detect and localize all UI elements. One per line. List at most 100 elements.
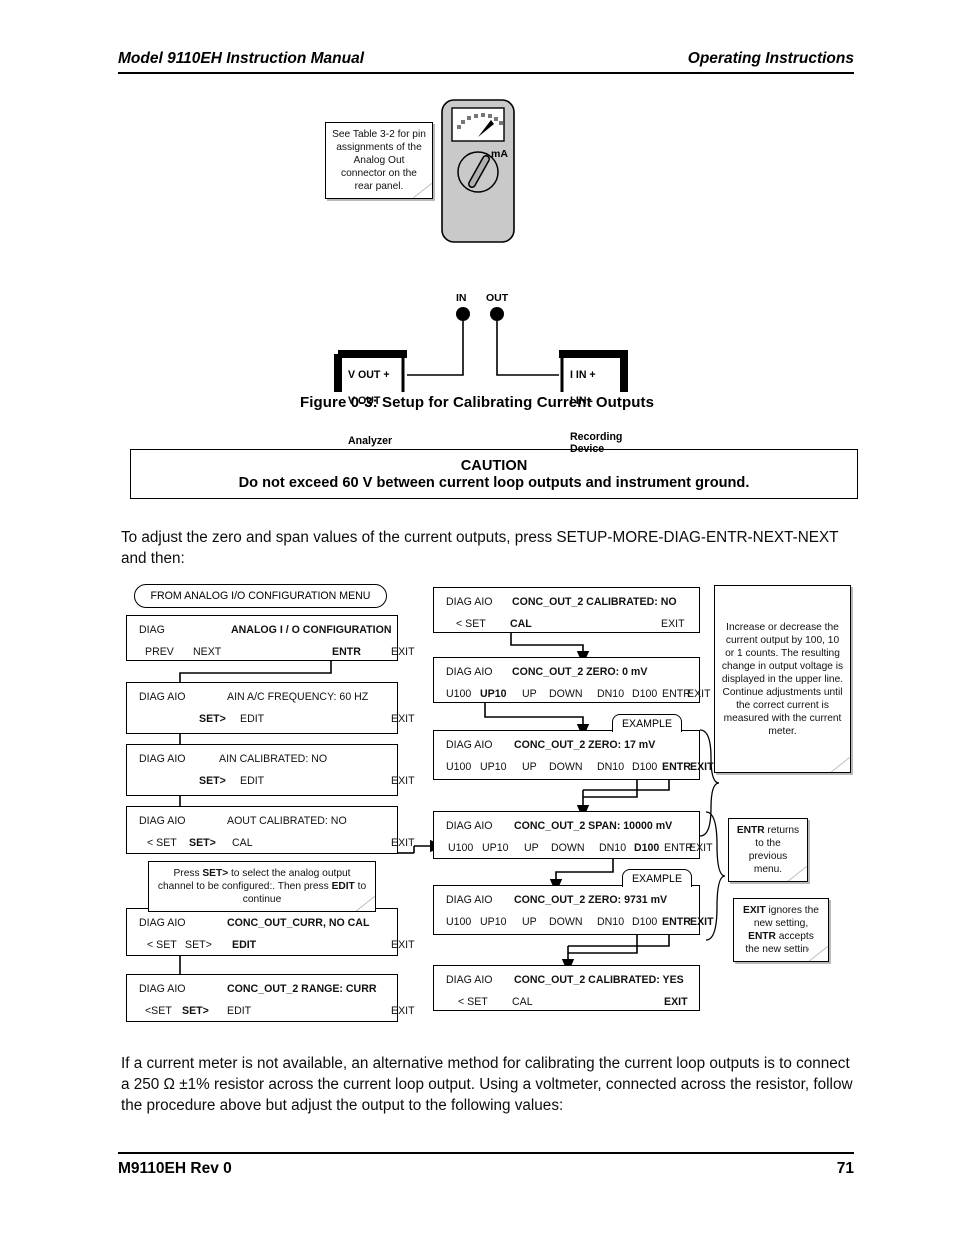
softkey-set[interactable]: < SET [458,996,488,1008]
softkey-exit[interactable]: EXIT [664,996,688,1008]
softkey-exit[interactable]: EXIT [391,837,415,849]
connector-mid-5a [568,933,638,954]
menu-box-title: CONC_OUT_CURR, NO CAL [227,917,370,929]
connector-mid-2 [484,700,590,739]
softkey-set[interactable]: <SET [145,1005,172,1017]
softkey-up10[interactable]: UP10 [480,761,507,773]
softkey-entr[interactable]: ENTR [662,916,691,928]
header-left-title: Model 9110EH Instruction Manual [118,50,365,67]
menu-box-left-5: DIAG AIO CONC_OUT_CURR, NO CAL < SET SET> ED… [126,908,415,956]
softkey-entr[interactable]: ENTR [332,646,361,658]
softkey-up10[interactable]: UP10 [480,916,507,928]
softkey-edit[interactable]: EDIT [240,775,264,787]
softkey-d100[interactable]: D100 [632,761,657,773]
softkey-exit[interactable]: EXIT [391,713,415,725]
softkey-exit[interactable]: EXIT [690,761,714,773]
menu-box-title: AIN A/C FREQUENCY: 60 HZ [227,691,369,703]
menu-box-prefix: DIAG AIO [446,596,493,608]
softkey-set[interactable]: SET> [189,837,216,849]
softkey-exit[interactable]: EXIT [689,842,713,854]
connector-mid-1 [510,631,590,666]
softkey-up10[interactable]: UP10 [482,842,509,854]
softkey-up[interactable]: UP [522,761,537,773]
softkey-up[interactable]: UP [522,916,537,928]
menu-box-prefix: DIAG AIO [446,820,493,832]
softkey-up10[interactable]: UP10 [480,688,507,700]
softkey-exit[interactable]: EXIT [391,939,415,951]
softkey-up[interactable]: UP [524,842,539,854]
softkey-u100[interactable]: U100 [446,688,471,700]
softkey-cal[interactable]: CAL [232,837,253,849]
menu-box-mid-1: DIAG AIO CONC_OUT_2 CALIBRATED: NO < SET CA… [433,587,700,633]
softkey-set[interactable]: SET> [182,1005,209,1017]
recorder-terminal-iin-plus: I IN + [570,369,596,381]
example-tab-1: EXAMPLE [612,714,682,732]
softkey-d100[interactable]: D100 [632,688,657,700]
left-callout-text: Press SET> to select the analog output c… [157,868,367,905]
softkey-exit[interactable]: EXIT [391,775,415,787]
softkey-down[interactable]: DOWN [551,842,585,854]
menu-box-left-2: DIAG AIO AIN A/C FREQUENCY: 60 HZ SET> EDIT… [126,682,415,734]
menu-box-title: CONC_OUT_2 ZERO: 9731 mV [514,894,668,906]
note-fold-corner [831,757,851,773]
footer-doc-id: M9110EH Rev 0 [118,1160,232,1177]
softkey-dn10[interactable]: DN10 [597,688,624,700]
softkey-down[interactable]: DOWN [549,688,583,700]
softkey-dn10[interactable]: DN10 [597,761,624,773]
softkey-dn10[interactable]: DN10 [599,842,626,854]
softkey-u100[interactable]: U100 [446,916,471,928]
softkey-u100[interactable]: U100 [446,761,471,773]
menu-box-prefix: DIAG AIO [139,983,186,995]
menu-box-title: CONC_OUT_2 ZERO: 17 mV [514,739,656,751]
softkey-edit[interactable]: EDIT [232,939,256,951]
figure-svg [334,99,628,392]
softkey-set[interactable]: < SET [456,618,486,630]
softkey-cal[interactable]: CAL [512,996,533,1008]
figure-caption: Figure 0-3: Setup for Calibrating Curren… [299,394,655,411]
softkey-set[interactable]: < SET [147,837,177,849]
softkey-set[interactable]: SET> [199,775,226,787]
softkey-down[interactable]: DOWN [549,761,583,773]
softkey-cal[interactable]: CAL [510,618,532,630]
right-note-adjust: Increase or decrease the current output … [714,585,851,773]
caution-box: CAUTION Do not exceed 60 V between curre… [130,449,858,499]
menu-box-title: CONC_OUT_2 CALIBRATED: NO [512,596,677,608]
menu-box-left-6: DIAG AIO CONC_OUT_2 RANGE: CURR <SET SET> ED… [126,974,415,1022]
softkey-up[interactable]: UP [522,688,537,700]
softkey-d100[interactable]: D100 [634,842,659,854]
softkey-dn10[interactable]: DN10 [597,916,624,928]
softkey-down[interactable]: DOWN [549,916,583,928]
softkey-exit[interactable]: EXIT [391,1005,415,1017]
softkey-edit[interactable]: EDIT [240,713,264,725]
figure-diagram: See Table 3-2 for pin assignments of the… [0,92,954,455]
menu-box-prefix: DIAG AIO [139,753,186,765]
softkey-set[interactable]: SET> [199,713,226,725]
example-tab-2: EXAMPLE [622,869,692,887]
menu-box-title: CONC_OUT_2 CALIBRATED: YES [514,974,684,986]
menu-box-prefix: DIAG AIO [446,974,493,986]
analyzer-label: Analyzer [348,435,393,447]
softkey-next[interactable]: NEXT [193,646,221,658]
softkey-entr[interactable]: ENTR [662,761,691,773]
menu-box-mid-3: DIAG AIO CONC_OUT_2 ZERO: 17 mV U100 UP10 UP… [433,730,714,780]
softkey-set[interactable]: SET> [185,939,212,951]
softkey-edit[interactable]: EDIT [227,1005,251,1017]
softkey-exit[interactable]: EXIT [690,916,714,928]
flow-start-oval: FROM ANALOG I/O CONFIGURATION MENU [134,584,387,608]
note-fold-corner [788,866,808,882]
menu-box-mid-5: DIAG AIO CONC_OUT_2 ZERO: 9731 mV U100 UP10… [433,885,714,935]
meter-out-label: OUT [486,292,509,304]
softkey-prev[interactable]: PREV [145,646,174,658]
softkey-d100[interactable]: D100 [632,916,657,928]
softkey-exit[interactable]: EXIT [661,618,685,630]
softkey-exit[interactable]: EXIT [391,646,415,658]
menu-box-left-1: DIAG ANALOG I / O CONFIGURATION PREV NEXT EN… [126,615,415,661]
softkey-set[interactable]: < SET [147,939,177,951]
wire-meter-out [496,321,559,376]
outro-paragraph: If a current meter is not available, an … [121,1055,853,1114]
connector-mid-3a [583,777,638,798]
softkey-u100[interactable]: U100 [448,842,473,854]
figure-callout-note: See Table 3-2 for pin assignments of the… [325,122,433,199]
softkey-exit[interactable]: EXIT [687,688,711,700]
meter-jack-out [490,307,504,321]
